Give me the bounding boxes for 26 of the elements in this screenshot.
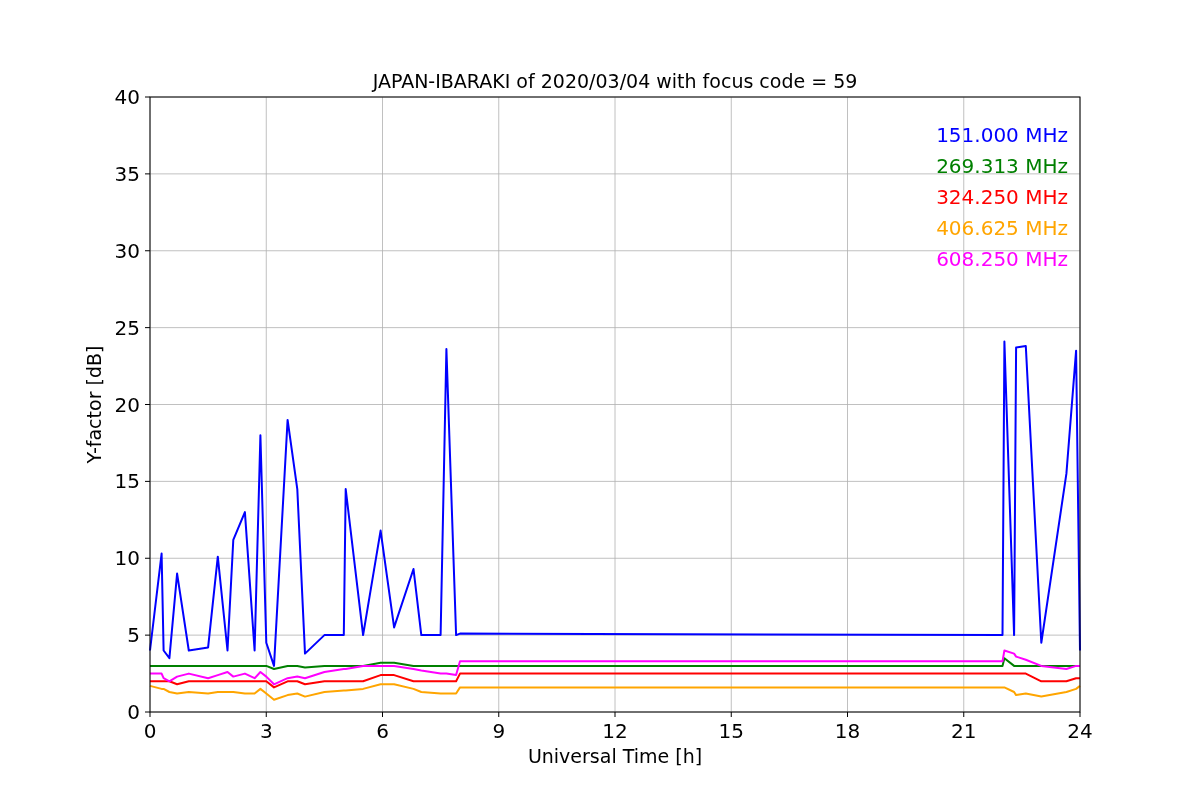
tick-label: 21	[951, 719, 977, 743]
tick-label: 10	[114, 546, 140, 571]
tick-label: 0	[143, 719, 157, 743]
y-axis-label: Y-factor [dB]	[83, 345, 105, 464]
tick-label: 9	[492, 719, 506, 743]
tick-label: 20	[114, 392, 140, 417]
tick-label: 6	[376, 719, 389, 743]
tick-label: 25	[114, 315, 140, 340]
x-axis-label: Universal Time [h]	[527, 745, 703, 767]
tick-label: 40	[114, 85, 140, 109]
legend-label: 269.313 MHz	[936, 154, 1068, 178]
tick-label: 5	[127, 623, 140, 648]
tick-label: 35	[114, 161, 140, 186]
chart-title: JAPAN-IBARAKI of 2020/03/04 with focus code = 59	[372, 70, 858, 92]
tick-label: 12	[602, 719, 628, 743]
legend-label: 608.250 MHz	[936, 247, 1068, 271]
tick-label: 0	[127, 700, 140, 724]
legend-label: 406.625 MHz	[936, 216, 1068, 240]
tick-label: 15	[718, 719, 744, 743]
tick-label: 3	[259, 719, 273, 743]
legend-label: 151.000 MHz	[936, 123, 1068, 147]
tick-label: 18	[834, 719, 861, 743]
tick-label: 30	[114, 238, 140, 263]
tick-label: 24	[1067, 719, 1093, 743]
tick-label: 15	[114, 469, 140, 494]
legend-label: 324.250 MHz	[936, 185, 1068, 209]
